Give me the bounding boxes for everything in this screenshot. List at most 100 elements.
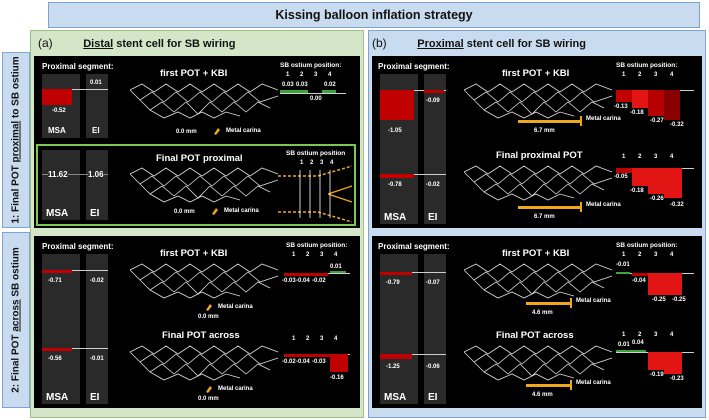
ostium-zero-line: [280, 93, 346, 94]
pos-4: 4: [328, 72, 332, 78]
carina-distance-bar: [526, 302, 572, 305]
ei-axis-label: EI: [428, 212, 438, 223]
ostium-value: -0.25: [672, 297, 686, 303]
ostium-value: -0.18: [630, 188, 644, 194]
ei-value: 1.06: [88, 170, 104, 179]
panel-b2: Proximal segment: -0.79 -0.07 -1.25 -0.0…: [372, 236, 702, 408]
panel-title: first POT + KBI: [502, 68, 570, 79]
proximal-segment-label: Proximal segment:: [378, 62, 450, 71]
msa-axis-label: MSA: [384, 392, 407, 403]
panel-title: Final POT proximal: [156, 153, 243, 164]
row2-label: 2: Final POT across SB ostium: [10, 247, 22, 393]
msa-bar: [380, 90, 414, 120]
pos-1: 1: [286, 72, 290, 78]
carina-distance-tick: [570, 380, 572, 390]
ei-value: -0.02: [90, 278, 104, 284]
ostium-bar-green: [616, 350, 646, 352]
msa-value: -0.78: [388, 182, 402, 188]
ostium-bar-red: [648, 168, 664, 194]
pos-3: 3: [320, 252, 324, 258]
pos-3: 3: [654, 252, 658, 258]
ostium-bar-red: [648, 352, 664, 370]
msa-bar: [380, 272, 412, 275]
carina-marker: [214, 128, 220, 135]
ostium-bar-red: [648, 90, 664, 116]
pos-3: 3: [654, 72, 658, 78]
ei-value: -0.06: [426, 364, 440, 370]
title-banner: Kissing balloon inflation strategy: [48, 2, 700, 28]
ostium-bar-red: [616, 168, 632, 173]
distance-label: 0.0 mm: [198, 396, 219, 402]
ei-axis-label: EI: [90, 208, 100, 219]
ostium-value: 0.01: [330, 264, 342, 270]
panel-title: Final proximal POT: [496, 150, 583, 161]
column-a-header: (a) Distal stent cell for SB wiring: [38, 36, 236, 50]
pos-4: 4: [670, 332, 674, 338]
stent-image: [129, 83, 279, 119]
pos-3: 3: [314, 72, 318, 78]
pos-1: 1: [622, 252, 626, 258]
ostium-value: -0.04: [296, 278, 310, 284]
msa-value: -0.56: [48, 356, 62, 362]
msa-value: -0.79: [386, 280, 400, 286]
ostium-value: -0.16: [330, 375, 344, 381]
ei-value: -0.09: [426, 98, 440, 104]
msa-bar: [42, 348, 72, 351]
metal-carina-label: Metal carina: [576, 298, 611, 304]
sb-ostium-title: SB ostium position: [286, 150, 346, 157]
panel-a1: Proximal segment: -0.52 0.01 MSA EI firs…: [34, 56, 360, 228]
ostium-bar-red: [284, 354, 330, 357]
panel-a2: Proximal segment: -0.71 -0.02 -0.56 -0.0…: [34, 236, 360, 408]
sb-ostium-title: SB ostium position:: [286, 242, 348, 249]
carina-distance-bar: [518, 206, 582, 209]
ei-value: -0.07: [426, 280, 440, 286]
ostium-value: -0.04: [296, 359, 310, 365]
ostium-value: -0.26: [650, 196, 664, 202]
carina-marker: [212, 208, 218, 215]
msa-axis-label: MSA: [384, 212, 407, 223]
ostium-bar-red: [284, 273, 328, 276]
carina-distance-tick: [570, 298, 572, 308]
ostium-value: 0.01: [618, 342, 630, 348]
carina-distance-bar: [526, 384, 572, 387]
metal-carina-label: Metal carina: [226, 128, 261, 134]
ei-background: [86, 254, 108, 404]
metal-carina-label: Metal carina: [224, 208, 259, 214]
carina-distance-bar: [518, 120, 582, 123]
ei-background: [424, 254, 446, 404]
ostium-bar-red: [632, 168, 648, 186]
pos-4: 4: [334, 252, 338, 258]
distance-label: 4.6 mm: [532, 392, 553, 398]
ostium-value: 0.03: [282, 82, 294, 88]
ostium-bar-green: [330, 271, 346, 273]
pos-3: 3: [320, 336, 324, 342]
carina-distance-tick: [580, 116, 582, 126]
ostium-bar-red: [664, 168, 682, 198]
metal-carina-label: Metal carina: [586, 116, 621, 122]
ostium-value: -0.23: [670, 376, 684, 382]
row1-label: 1: Final POT proximal to SB ostium: [10, 56, 22, 224]
sb-ostium-title: SB ostium position:: [280, 62, 342, 69]
panel-title: first POT + KBI: [160, 68, 228, 79]
panel-b1: Proximal segment: -1.05 -0.09 -0.78 -0.0…: [372, 56, 702, 228]
ostium-value: -0.02: [312, 278, 326, 284]
metal-carina-label: Metal carina: [586, 202, 621, 208]
ostium-value: -0.02: [282, 359, 296, 365]
distance-label: 0.0 mm: [176, 129, 197, 135]
pos-4: 4: [670, 252, 674, 258]
pos-1: 1: [292, 252, 296, 258]
msa-axis-label: MSA: [46, 208, 69, 219]
panel-title: Final POT across: [162, 330, 240, 341]
ostium-value: 0.03: [296, 82, 308, 88]
ostium-bar-red: [330, 354, 348, 372]
pos-2: 2: [300, 72, 304, 78]
ostium-bar-red: [648, 273, 682, 295]
ei-axis-label: EI: [90, 392, 100, 403]
ostium-bar-red: [616, 90, 632, 102]
carina-distance-tick: [580, 202, 582, 212]
row1-side-box: 1: Final POT proximal to SB ostium: [2, 52, 30, 228]
ei-axis-label: EI: [428, 392, 438, 403]
ostium-value: -0.04: [632, 278, 646, 284]
ostium-value: -0.05: [614, 174, 628, 180]
column-b-header: (b) Proximal stent cell for SB wiring: [372, 36, 586, 50]
